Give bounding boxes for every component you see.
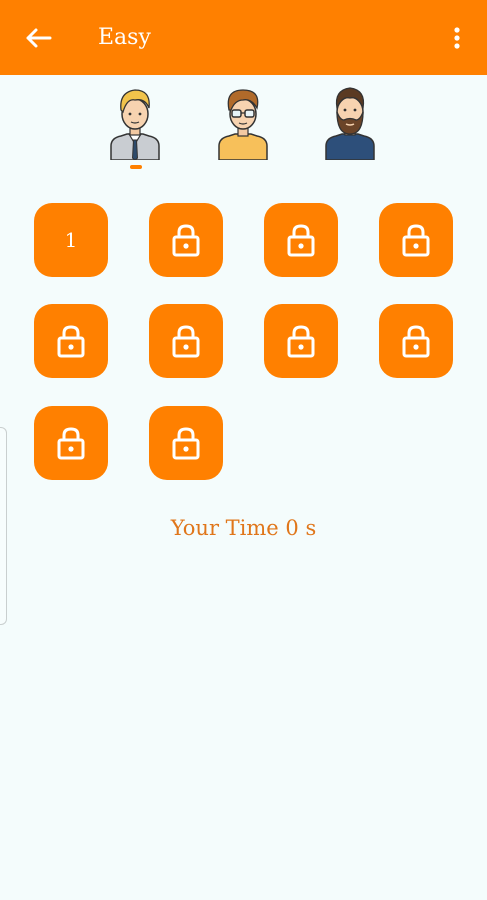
level-button-8-locked[interactable] bbox=[379, 304, 453, 378]
level-button-4-locked[interactable] bbox=[379, 203, 453, 277]
page-title: Easy bbox=[98, 25, 151, 50]
level-button-2-locked[interactable] bbox=[149, 203, 223, 277]
lock-icon bbox=[402, 224, 430, 257]
lock-icon bbox=[287, 325, 315, 358]
lock-icon bbox=[172, 224, 200, 257]
avatar-blond-man[interactable] bbox=[105, 84, 165, 160]
avatar-bearded-man[interactable] bbox=[320, 84, 380, 160]
back-button[interactable] bbox=[22, 22, 54, 54]
overflow-menu-button[interactable] bbox=[445, 22, 469, 54]
level-button-10-locked[interactable] bbox=[149, 406, 223, 480]
more-vert-icon bbox=[454, 27, 460, 49]
lock-icon bbox=[172, 325, 200, 358]
level-button-3-locked[interactable] bbox=[264, 203, 338, 277]
level-button-7-locked[interactable] bbox=[264, 304, 338, 378]
lock-icon bbox=[57, 427, 85, 460]
level-button-9-locked[interactable] bbox=[34, 406, 108, 480]
level-button-1[interactable]: 1 bbox=[34, 203, 108, 277]
lock-icon bbox=[287, 224, 315, 257]
side-panel-handle[interactable] bbox=[0, 427, 7, 625]
lock-icon bbox=[402, 325, 430, 358]
level-button-5-locked[interactable] bbox=[34, 304, 108, 378]
app-bar: Easy bbox=[0, 0, 487, 75]
lock-icon bbox=[172, 427, 200, 460]
avatar-glasses-man[interactable] bbox=[213, 84, 273, 160]
avatar-icon bbox=[218, 89, 268, 160]
avatar-icon bbox=[325, 87, 375, 160]
time-display: Your Time 0 s bbox=[170, 516, 317, 540]
selected-avatar-indicator bbox=[130, 165, 142, 169]
avatar-icon bbox=[110, 89, 160, 160]
arrow-left-icon bbox=[26, 28, 52, 48]
level-button-6-locked[interactable] bbox=[149, 304, 223, 378]
avatar-selector bbox=[0, 84, 487, 164]
lock-icon bbox=[57, 325, 85, 358]
level-number: 1 bbox=[64, 228, 78, 252]
